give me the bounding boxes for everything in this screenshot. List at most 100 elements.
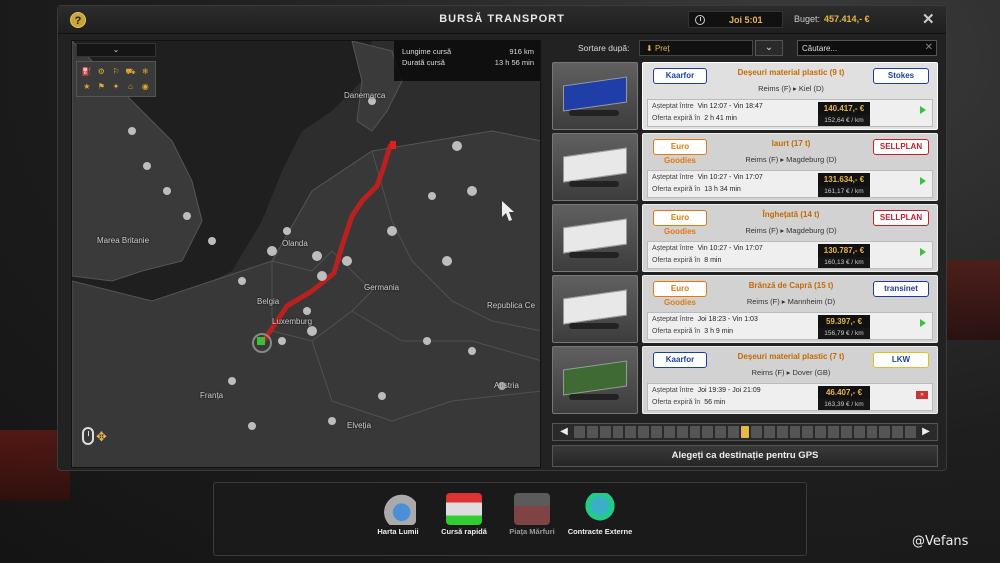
route-info-panel: Lungime cursă 916 km Durată cursă 13 h 56 … <box>394 41 540 81</box>
page-segment[interactable] <box>586 426 598 438</box>
nav-quick-job[interactable]: Cursă rapidă <box>430 489 498 553</box>
game-clock: Joi 5:01 <box>688 11 783 28</box>
filter-icon[interactable]: ⛽ <box>80 65 94 79</box>
map-label: Germania <box>364 283 400 292</box>
page-segment[interactable] <box>638 426 650 438</box>
map-filter-icons[interactable]: ⛽ ⚙ ⚐ ⛟ ❄ ★ ⚑ ✦ ⌂ ◉ <box>76 61 156 97</box>
expiry-value: 8 min <box>704 257 722 264</box>
nav-label: Piața Mărfuri <box>509 527 555 536</box>
page-segment[interactable] <box>840 426 852 438</box>
page-segment[interactable] <box>689 426 701 438</box>
set-gps-destination-button[interactable]: Alegeți ca destinație pentru GPS <box>552 445 938 467</box>
job-card[interactable]: Euro Goodies Înghețată (14 t) Reims (F) … <box>642 204 938 272</box>
job-row[interactable]: Kaarfor Deșeuri material plastic (7 t) R… <box>552 346 938 414</box>
chevron-down-icon: ⌄ <box>764 42 774 53</box>
nav-world-map[interactable]: Harta Lumii <box>364 489 432 553</box>
trailer-wheels <box>569 323 619 329</box>
job-pager[interactable]: ◀ ▶ <box>552 423 938 441</box>
job-row[interactable]: Euro Goodies Brânză de Capră (15 t) Reim… <box>552 275 938 343</box>
filter-toggle[interactable]: ⌄ <box>76 43 156 57</box>
destination-company-logo: SELLPLAN <box>873 210 929 226</box>
filter-icon[interactable]: ⛟ <box>124 65 138 79</box>
page-segment[interactable] <box>750 426 762 438</box>
job-card[interactable]: Kaarfor Deșeuri material plastic (9 t) R… <box>642 62 938 130</box>
next-page-icon[interactable]: ▶ <box>918 425 934 439</box>
chevron-down-icon: ⌄ <box>112 45 120 54</box>
page-segment[interactable] <box>728 426 739 438</box>
map-controls-icon: ✥ <box>82 427 116 453</box>
page-segment[interactable] <box>802 426 814 438</box>
page-segment[interactable] <box>663 426 675 438</box>
select-job-icon[interactable] <box>920 177 926 185</box>
job-row[interactable]: Kaarfor Deșeuri material plastic (9 t) R… <box>552 62 938 130</box>
route-length-label: Lungime cursă <box>402 47 452 56</box>
close-icon[interactable]: ✕ <box>922 10 935 28</box>
expiry-value: 56 min <box>704 399 726 406</box>
sort-row: Sortare după: ⬇ Preț ⌄ Căutare... ✕ <box>550 40 940 58</box>
sort-select[interactable]: ⬇ Preț <box>639 40 753 56</box>
route-map[interactable]: Danemarca Marea Britanie Olanda Germania… <box>71 40 541 468</box>
cargo-name: Înghețată (14 t) <box>762 210 820 219</box>
select-job-icon[interactable] <box>920 319 926 327</box>
filter-icon[interactable]: ⚙ <box>95 65 109 79</box>
page-segment[interactable] <box>676 426 688 438</box>
page-segment[interactable] <box>853 426 865 438</box>
filter-icon[interactable]: ✦ <box>109 80 123 94</box>
nav-freight-market[interactable]: Piața Mărfuri <box>498 489 566 553</box>
trailer-image <box>563 289 627 325</box>
clear-search-icon[interactable]: ✕ <box>925 42 933 53</box>
search-input[interactable]: Căutare... ✕ <box>797 40 937 56</box>
filter-icon[interactable]: ★ <box>80 80 94 94</box>
job-card[interactable]: Euro Goodies Brânză de Capră (15 t) Reim… <box>642 275 938 343</box>
map-label: Republica Ce <box>487 301 536 310</box>
current-page-indicator[interactable] <box>740 426 749 438</box>
page-segment[interactable] <box>892 426 904 438</box>
filter-icon[interactable]: ◉ <box>138 80 152 94</box>
page-segment[interactable] <box>789 426 801 438</box>
job-card[interactable]: Euro Goodies Iaurt (17 t) Reims (F) ▸ Ma… <box>642 133 938 201</box>
page-segment[interactable] <box>651 426 662 438</box>
page-segment[interactable] <box>612 426 624 438</box>
page-segment[interactable] <box>763 426 775 438</box>
page-segment[interactable] <box>702 426 714 438</box>
map-label: Belgia <box>257 297 280 306</box>
page-segment[interactable] <box>866 426 878 438</box>
page-segment[interactable] <box>879 426 891 438</box>
watermark: @Vefans <box>912 534 969 549</box>
quick-job-icon <box>446 493 482 525</box>
page-segment[interactable] <box>815 426 827 438</box>
bottom-navigation: Harta Lumii Cursă rapidă Piața Mărfuri C… <box>213 482 807 556</box>
route-duration-label: Durată cursă <box>402 58 445 67</box>
job-card[interactable]: Kaarfor Deșeuri material plastic (7 t) R… <box>642 346 938 414</box>
trailer-wheels <box>569 110 619 116</box>
map-label: Luxemburg <box>272 317 313 326</box>
page-segment[interactable] <box>828 426 839 438</box>
filter-icon[interactable]: ❄ <box>138 65 152 79</box>
map-label: Austria <box>494 381 519 390</box>
route-duration-value: 13 h 56 min <box>494 58 534 67</box>
page-segment[interactable] <box>905 426 916 438</box>
waiting-value: Vin 10:27 - Vin 17:07 <box>697 245 763 252</box>
select-job-icon[interactable] <box>920 248 926 256</box>
page-segment[interactable] <box>776 426 788 438</box>
select-job-icon[interactable] <box>920 106 926 114</box>
job-row[interactable]: Euro Goodies Iaurt (17 t) Reims (F) ▸ Ma… <box>552 133 938 201</box>
destination-company-logo: LKW <box>873 352 929 368</box>
nav-external-contracts[interactable]: Contracte Externe <box>566 489 634 553</box>
expiry-label: Oferta expiră în <box>652 186 701 193</box>
sort-dropdown-button[interactable]: ⌄ <box>755 40 783 56</box>
prev-page-icon[interactable]: ◀ <box>556 425 572 439</box>
page-segment[interactable] <box>599 426 611 438</box>
job-row[interactable]: Euro Goodies Înghețată (14 t) Reims (F) … <box>552 204 938 272</box>
expiry-value: 13 h 34 min <box>704 186 741 193</box>
sort-label: Sortare după: <box>578 43 630 53</box>
filter-icon[interactable]: ⌂ <box>124 80 138 94</box>
page-segment[interactable] <box>574 426 585 438</box>
urgent-icon[interactable]: » <box>916 391 928 399</box>
budget-value: 457.414,- € <box>824 14 870 24</box>
page-segment[interactable] <box>625 426 637 438</box>
page-segment[interactable] <box>715 426 727 438</box>
waiting-value: Vin 10:27 - Vin 17:07 <box>697 174 763 181</box>
filter-icon[interactable]: ⚐ <box>109 65 123 79</box>
filter-icon[interactable]: ⚑ <box>95 80 109 94</box>
